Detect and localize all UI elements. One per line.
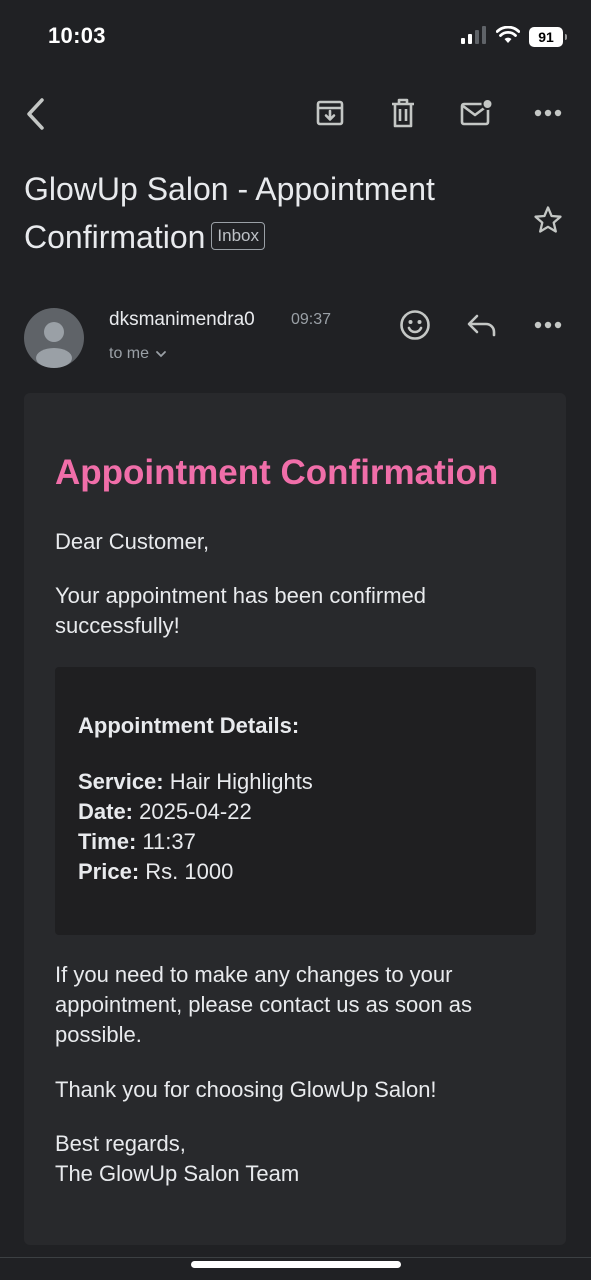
star-button[interactable]	[530, 202, 566, 238]
back-button[interactable]	[18, 94, 52, 134]
sender-avatar[interactable]	[24, 308, 84, 368]
chevron-left-icon	[27, 98, 44, 130]
mark-unread-button[interactable]	[456, 95, 496, 131]
inbox-label-chip[interactable]: Inbox	[211, 221, 265, 250]
reply-icon	[467, 314, 496, 337]
intro-text: Your appointment has been confirmed succ…	[55, 583, 426, 638]
chevron-down-icon	[156, 351, 166, 358]
star-icon	[534, 206, 562, 233]
add-reaction-button[interactable]	[397, 307, 433, 343]
archive-icon	[316, 100, 344, 126]
detail-value: Hair Highlights	[169, 769, 313, 794]
more-options-button[interactable]	[530, 100, 566, 126]
recipient-label: to me	[109, 345, 150, 362]
detail-row-service: Service: Hair Highlights	[78, 767, 313, 797]
archive-button[interactable]	[312, 95, 348, 131]
body-heading: Appointment Confirmation	[55, 453, 499, 492]
detail-value: 2025-04-22	[139, 799, 252, 824]
status-time: 10:03	[48, 23, 106, 48]
detail-value: 11:37	[142, 829, 196, 854]
detail-value: Rs. 1000	[145, 859, 234, 884]
detail-label: Price:	[78, 859, 140, 884]
sender-name[interactable]: dksmanimendra0	[109, 309, 255, 331]
detail-row-date: Date: 2025-04-22	[78, 797, 252, 827]
status-icons: 91	[461, 24, 567, 50]
mail-unread-icon	[460, 98, 493, 126]
detail-row-time: Time: 11:37	[78, 827, 196, 857]
bottom-divider	[0, 1257, 591, 1258]
recipient-dropdown[interactable]: to me	[109, 345, 167, 363]
message-more-button[interactable]	[530, 312, 566, 338]
appointment-details-box: Appointment Details: Service: Hair Highl…	[55, 667, 536, 935]
email-screen: 10:03 91 GlowUp Salon - Appointment Conf…	[0, 0, 591, 1280]
email-subject-block: GlowUp Salon - Appointment Confirmation I…	[24, 165, 504, 261]
changes-note-text: If you need to make any changes to your …	[55, 962, 473, 1047]
person-icon	[36, 322, 72, 368]
greeting-text: Dear Customer,	[55, 529, 210, 554]
reply-button[interactable]	[464, 309, 500, 341]
thanks-text: Thank you for choosing GlowUp Salon!	[55, 1077, 437, 1102]
detail-label: Time:	[78, 829, 137, 854]
details-title: Appointment Details:	[78, 713, 300, 738]
battery-icon: 91	[529, 27, 567, 47]
more-horizontal-icon	[534, 109, 562, 117]
detail-label: Date:	[78, 799, 134, 824]
detail-row-price: Price: Rs. 1000	[78, 857, 233, 887]
emoji-icon	[400, 310, 430, 340]
closing-text: Best regards,	[55, 1131, 186, 1156]
signature-text: The GlowUp Salon Team	[55, 1161, 300, 1186]
more-horizontal-icon	[534, 321, 562, 329]
trash-icon	[392, 98, 414, 128]
home-indicator[interactable]	[191, 1261, 401, 1268]
wifi-icon	[495, 25, 521, 49]
delete-button[interactable]	[385, 95, 421, 131]
email-time: 09:37	[291, 311, 332, 328]
detail-label: Service:	[78, 769, 164, 794]
signal-icon	[461, 25, 487, 49]
